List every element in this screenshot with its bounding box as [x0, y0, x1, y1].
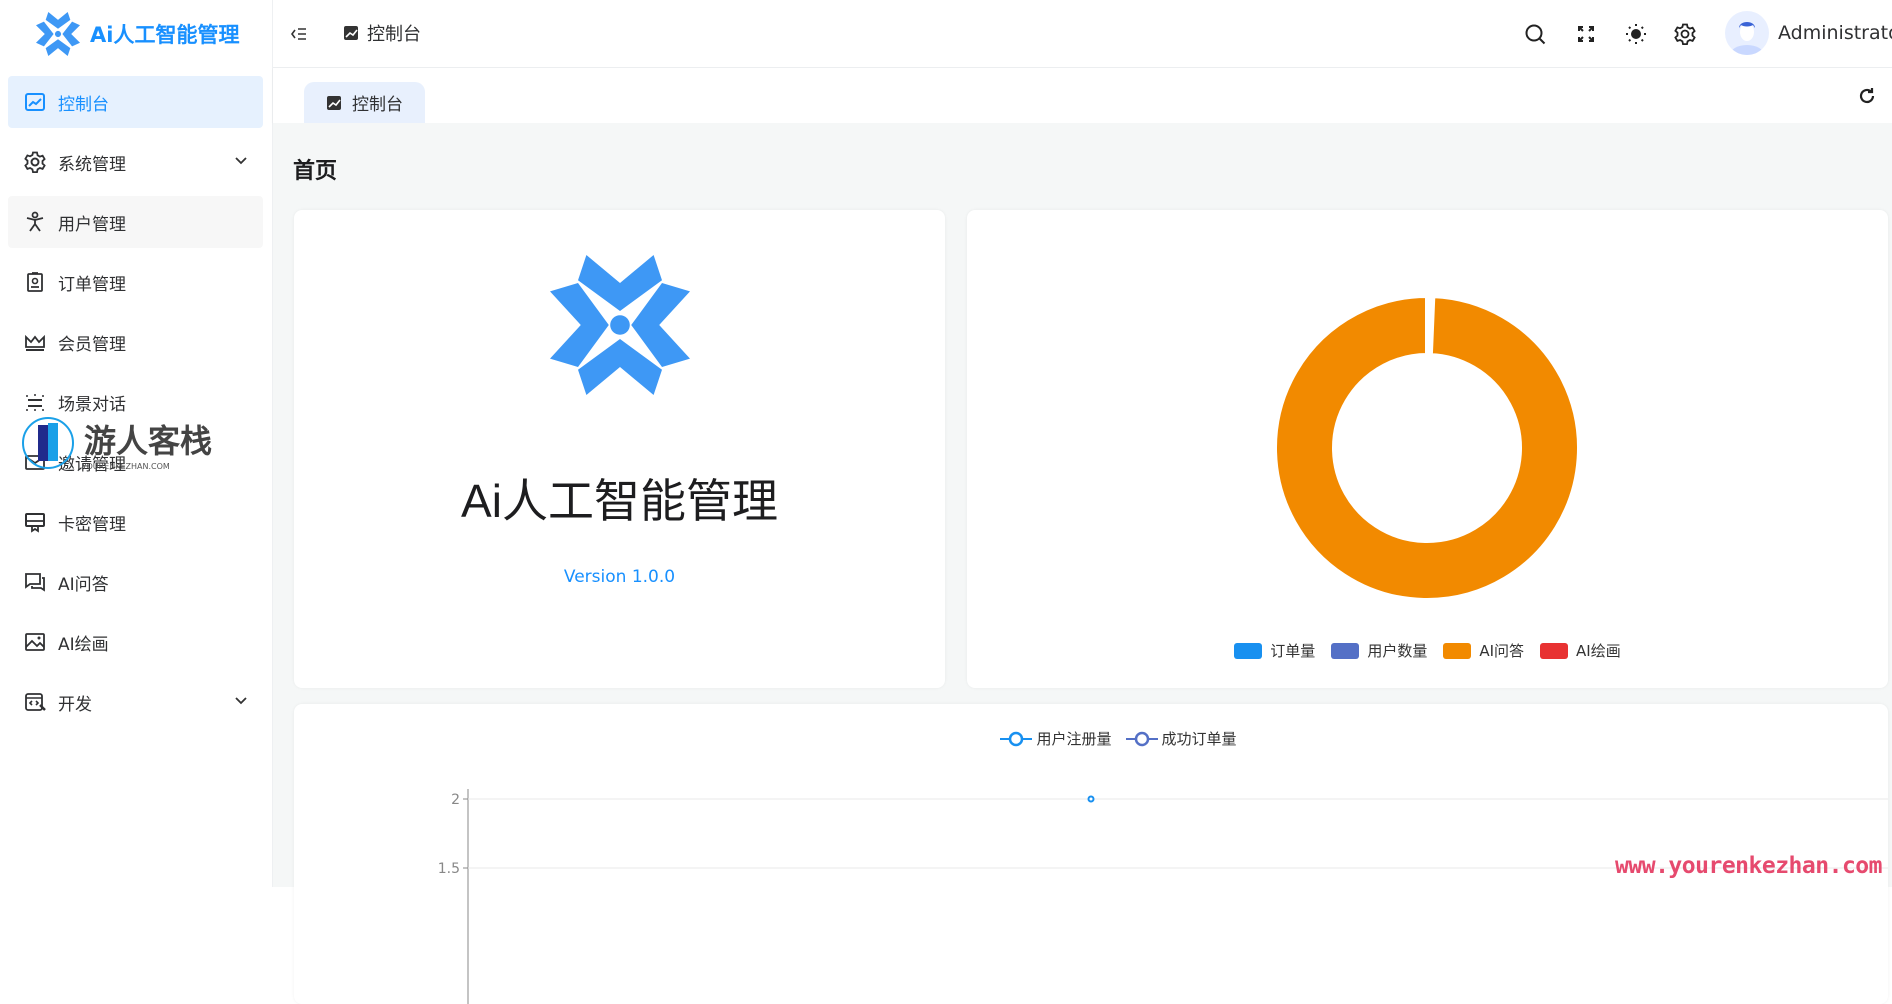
page-title: 首页	[293, 159, 338, 184]
pie-slice-2[interactable]	[1273, 293, 1581, 602]
user-icon	[24, 211, 46, 233]
card-icon	[24, 511, 46, 533]
brand[interactable]: Ai人工智能管理	[36, 10, 239, 58]
sidebar-item-5[interactable]: 场景对话	[8, 376, 263, 428]
sidebar-item-label: AI绘画	[58, 634, 109, 655]
mail-icon	[24, 451, 46, 473]
legend-swatch	[1234, 642, 1263, 659]
sidebar-item-3[interactable]: 订单管理	[8, 256, 263, 308]
top-header: 控制台 Administrator	[273, 0, 1892, 68]
image-icon	[24, 631, 46, 653]
brand-title: Ai人工智能管理	[90, 23, 240, 47]
code-icon	[24, 691, 46, 713]
scene-icon	[24, 391, 46, 413]
sidebar-item-label: 用户管理	[58, 214, 126, 235]
intro-card: Ai人工智能管理 Version 1.0.0	[294, 210, 945, 688]
user-name[interactable]: Administrator	[1778, 22, 1892, 44]
sidebar-item-0[interactable]: 控制台	[8, 76, 263, 128]
theme-sun-icon[interactable]	[1624, 22, 1648, 46]
search-icon[interactable]	[1523, 22, 1547, 46]
legend-label: AI问答	[1479, 642, 1525, 660]
sidebar-item-4[interactable]: 会员管理	[8, 316, 263, 368]
sidebar-item-6[interactable]: 邀请管理	[8, 436, 263, 488]
sidebar-item-label: 控制台	[58, 94, 109, 115]
watermark-url: www.yourenkezhan.com	[1615, 853, 1882, 879]
sidebar-item-2[interactable]: 用户管理	[8, 196, 263, 248]
tab-dashboard[interactable]: 控制台	[304, 82, 425, 123]
settings-gear-icon[interactable]	[1673, 22, 1697, 46]
gear-icon	[24, 151, 46, 173]
sidebar: Ai人工智能管理 控制台系统管理用户管理订单管理会员管理场景对话邀请管理卡密管理…	[0, 0, 273, 887]
fullscreen-icon[interactable]	[1574, 22, 1598, 46]
legend-swatch	[1443, 642, 1472, 659]
chat-icon	[24, 571, 46, 593]
sidebar-item-label: 邀请管理	[58, 454, 126, 475]
chevron-down-icon	[235, 157, 247, 165]
stats-pie-card: 订单量 用户数量 AI问答 AI绘画	[967, 210, 1888, 688]
legend-swatch	[1540, 642, 1569, 659]
legend-label: 用户数量	[1367, 642, 1428, 660]
user-avatar[interactable]	[1725, 11, 1769, 55]
legend-item[interactable]: AI绘画	[1540, 640, 1621, 661]
main-content: 首页 Ai人工智能管理 Version 1.0.0 订单量 用户数量 AI问答 AI绘…	[273, 123, 1892, 1004]
sidebar-item-label: 系统管理	[58, 154, 126, 175]
chart-icon	[327, 95, 341, 110]
pie-legend: 订单量 用户数量 AI问答 AI绘画	[967, 640, 1888, 661]
pie-chart	[1273, 293, 1581, 602]
version-link[interactable]: Version 1.0.0	[294, 567, 945, 587]
collapse-menu-icon[interactable]	[287, 22, 311, 46]
sidebar-item-label: 卡密管理	[58, 514, 126, 535]
sidebar-item-7[interactable]: 卡密管理	[8, 496, 263, 548]
intro-title: Ai人工智能管理	[461, 475, 778, 527]
sidebar-item-10[interactable]: 开发	[8, 676, 263, 728]
sidebar-item-8[interactable]: AI问答	[8, 556, 263, 608]
sidebar-item-label: 场景对话	[58, 394, 126, 415]
tabs-bar: 控制台	[273, 68, 1892, 123]
line-point[interactable]	[1087, 795, 1095, 803]
legend-item[interactable]: 订单量	[1234, 640, 1315, 661]
legend-label: AI绘画	[1576, 642, 1621, 660]
legend-item[interactable]: 用户数量	[1331, 640, 1427, 661]
crown-icon	[24, 331, 46, 353]
badge-icon	[24, 271, 46, 293]
legend-item[interactable]: AI问答	[1443, 640, 1524, 661]
breadcrumb[interactable]: 控制台	[343, 20, 421, 46]
sidebar-item-label: 订单管理	[58, 274, 126, 295]
sidebar-item-label: AI问答	[58, 574, 109, 595]
sidebar-item-1[interactable]: 系统管理	[8, 136, 263, 188]
logo-icon	[36, 12, 80, 56]
sidebar-item-9[interactable]: AI绘画	[8, 616, 263, 668]
sidebar-item-label: 会员管理	[58, 334, 126, 355]
chart-icon	[24, 91, 46, 113]
refresh-icon[interactable]	[1855, 84, 1879, 108]
y-tick-label: 2	[451, 792, 460, 808]
breadcrumb-label: 控制台	[367, 24, 421, 45]
y-tick-label: 1.5	[438, 861, 460, 877]
tab-label: 控制台	[352, 95, 403, 115]
app-logo-icon	[550, 255, 690, 395]
legend-label: 订单量	[1270, 642, 1316, 660]
chevron-down-icon	[235, 697, 247, 705]
legend-swatch	[1331, 642, 1360, 659]
chart-icon	[344, 26, 358, 40]
sidebar-item-label: 开发	[58, 694, 92, 715]
